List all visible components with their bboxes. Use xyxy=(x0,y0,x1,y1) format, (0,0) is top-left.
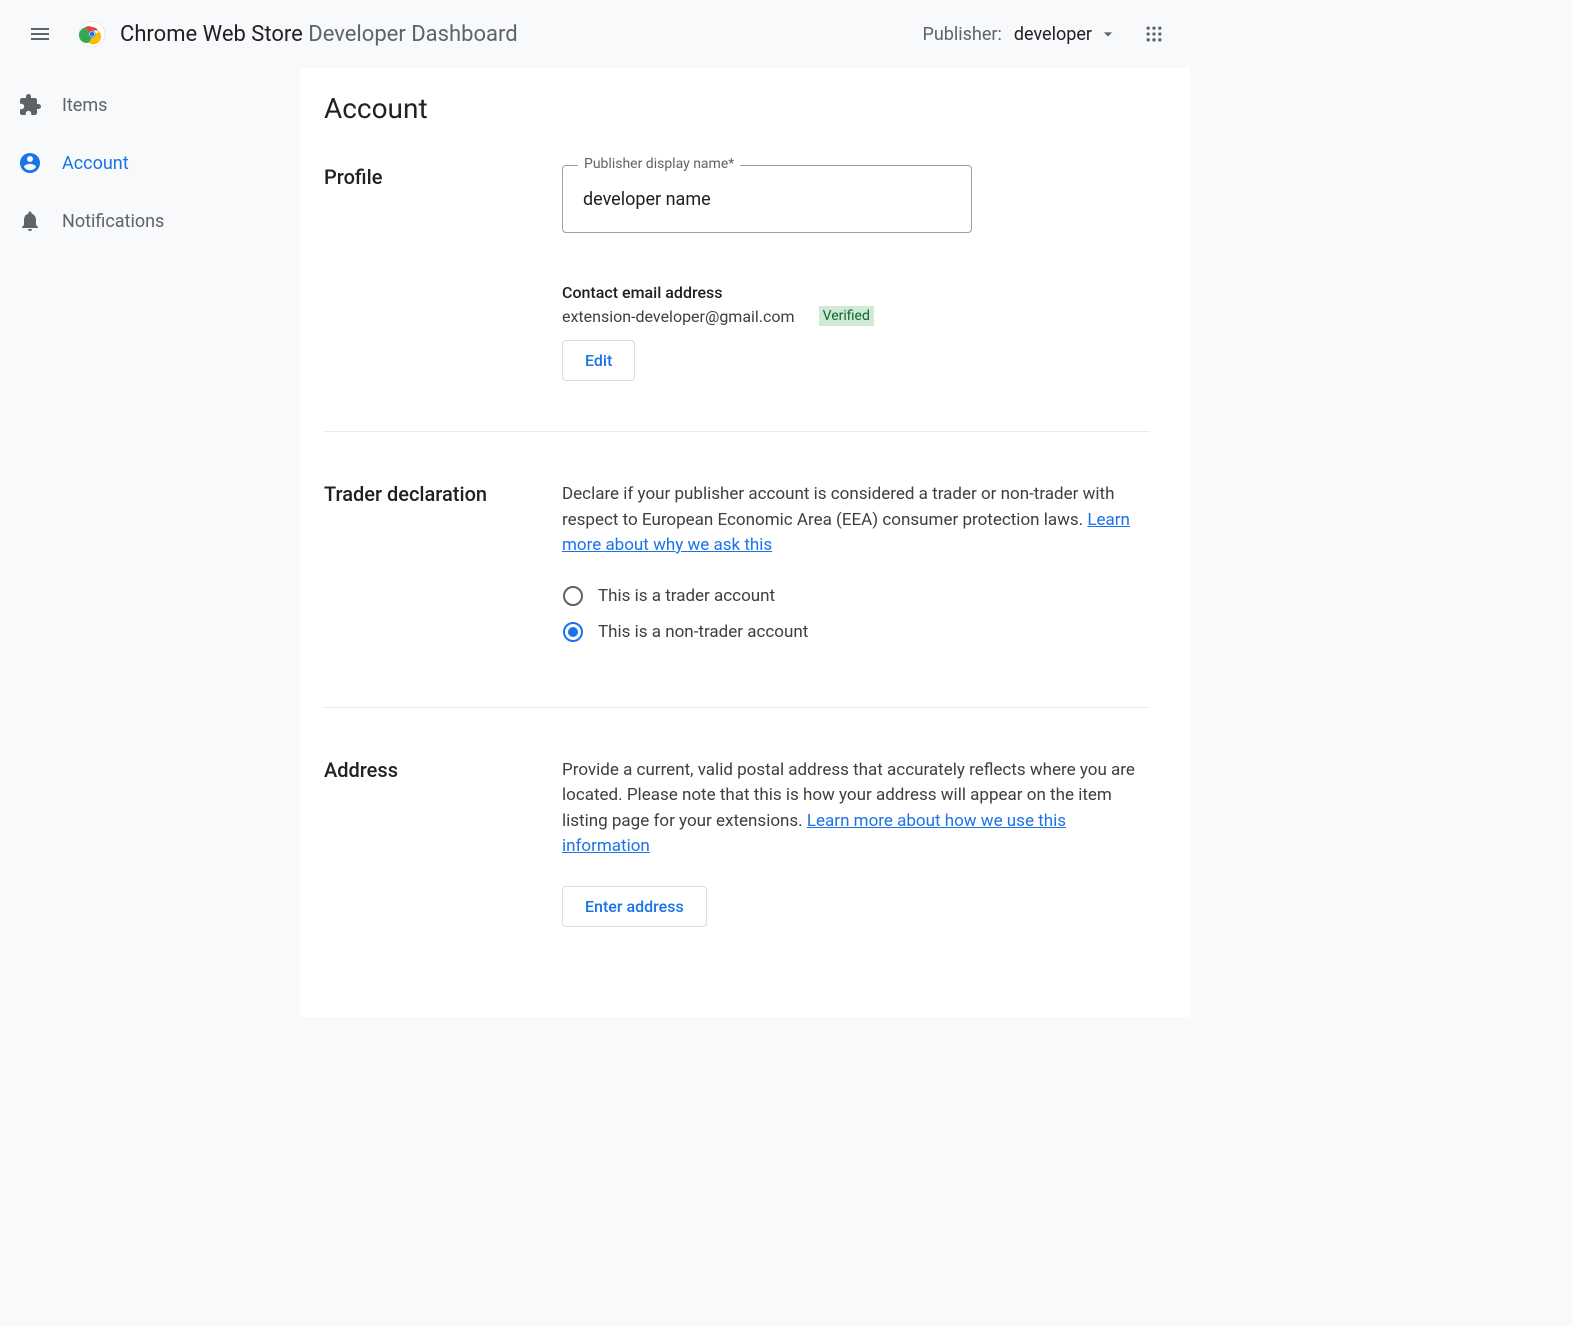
title-sub: Developer Dashboard xyxy=(303,22,518,47)
page-title: Account xyxy=(324,92,1150,125)
app-header: Chrome Web Store Developer Dashboard Pub… xyxy=(0,0,1190,68)
profile-section: Profile Publisher display name* Contact … xyxy=(324,165,1150,432)
bell-icon xyxy=(16,207,44,235)
app-title: Chrome Web Store Developer Dashboard xyxy=(120,22,518,47)
radio-trader[interactable]: This is a trader account xyxy=(562,585,1150,607)
edit-email-button[interactable]: Edit xyxy=(562,340,635,381)
apps-button[interactable] xyxy=(1134,14,1174,54)
email-label: Contact email address xyxy=(562,283,1150,302)
dropdown-icon xyxy=(1098,24,1118,44)
display-name-input[interactable] xyxy=(562,165,972,233)
email-value: extension-developer@gmail.com xyxy=(562,307,795,326)
extension-icon xyxy=(16,91,44,119)
chrome-logo-icon xyxy=(78,20,106,48)
enter-address-button[interactable]: Enter address xyxy=(562,886,707,927)
publisher-dropdown[interactable]: developer xyxy=(1014,24,1118,45)
sidebar-item-notifications[interactable]: Notifications xyxy=(0,192,300,250)
radio-trader-label: This is a trader account xyxy=(598,586,775,606)
section-label-trader: Trader declaration xyxy=(324,482,562,657)
address-section: Address Provide a current, valid postal … xyxy=(324,758,1150,977)
radio-non-trader[interactable]: This is a non-trader account xyxy=(562,621,1150,643)
trader-description: Declare if your publisher account is con… xyxy=(562,482,1150,559)
verified-badge: Verified xyxy=(819,306,874,326)
radio-unchecked-icon xyxy=(562,585,584,607)
sidebar-item-account[interactable]: Account xyxy=(0,134,300,192)
display-name-field: Publisher display name* xyxy=(562,165,1150,233)
sidebar-item-items[interactable]: Items xyxy=(0,76,300,134)
sidebar-item-label: Account xyxy=(62,153,129,174)
publisher-value: developer xyxy=(1014,24,1092,45)
publisher-label: Publisher: xyxy=(923,24,1002,45)
trader-description-text: Declare if your publisher account is con… xyxy=(562,484,1114,530)
account-circle-icon xyxy=(16,149,44,177)
apps-grid-icon xyxy=(1144,24,1164,44)
main-content: Account Profile Publisher display name* … xyxy=(300,68,1190,1017)
address-description: Provide a current, valid postal address … xyxy=(562,758,1150,860)
display-name-label: Publisher display name* xyxy=(578,156,740,172)
hamburger-icon xyxy=(28,22,52,46)
sidebar-item-label: Notifications xyxy=(62,211,164,232)
radio-checked-icon xyxy=(562,621,584,643)
section-label-profile: Profile xyxy=(324,165,562,381)
sidebar-item-label: Items xyxy=(62,95,107,116)
title-main: Chrome Web Store xyxy=(120,22,303,47)
section-label-address: Address xyxy=(324,758,562,927)
sidebar: Items Account Notifications xyxy=(0,68,300,1017)
trader-section: Trader declaration Declare if your publi… xyxy=(324,482,1150,708)
chrome-web-store-logo xyxy=(76,18,108,50)
radio-non-trader-label: This is a non-trader account xyxy=(598,622,808,642)
menu-button[interactable] xyxy=(16,10,64,58)
